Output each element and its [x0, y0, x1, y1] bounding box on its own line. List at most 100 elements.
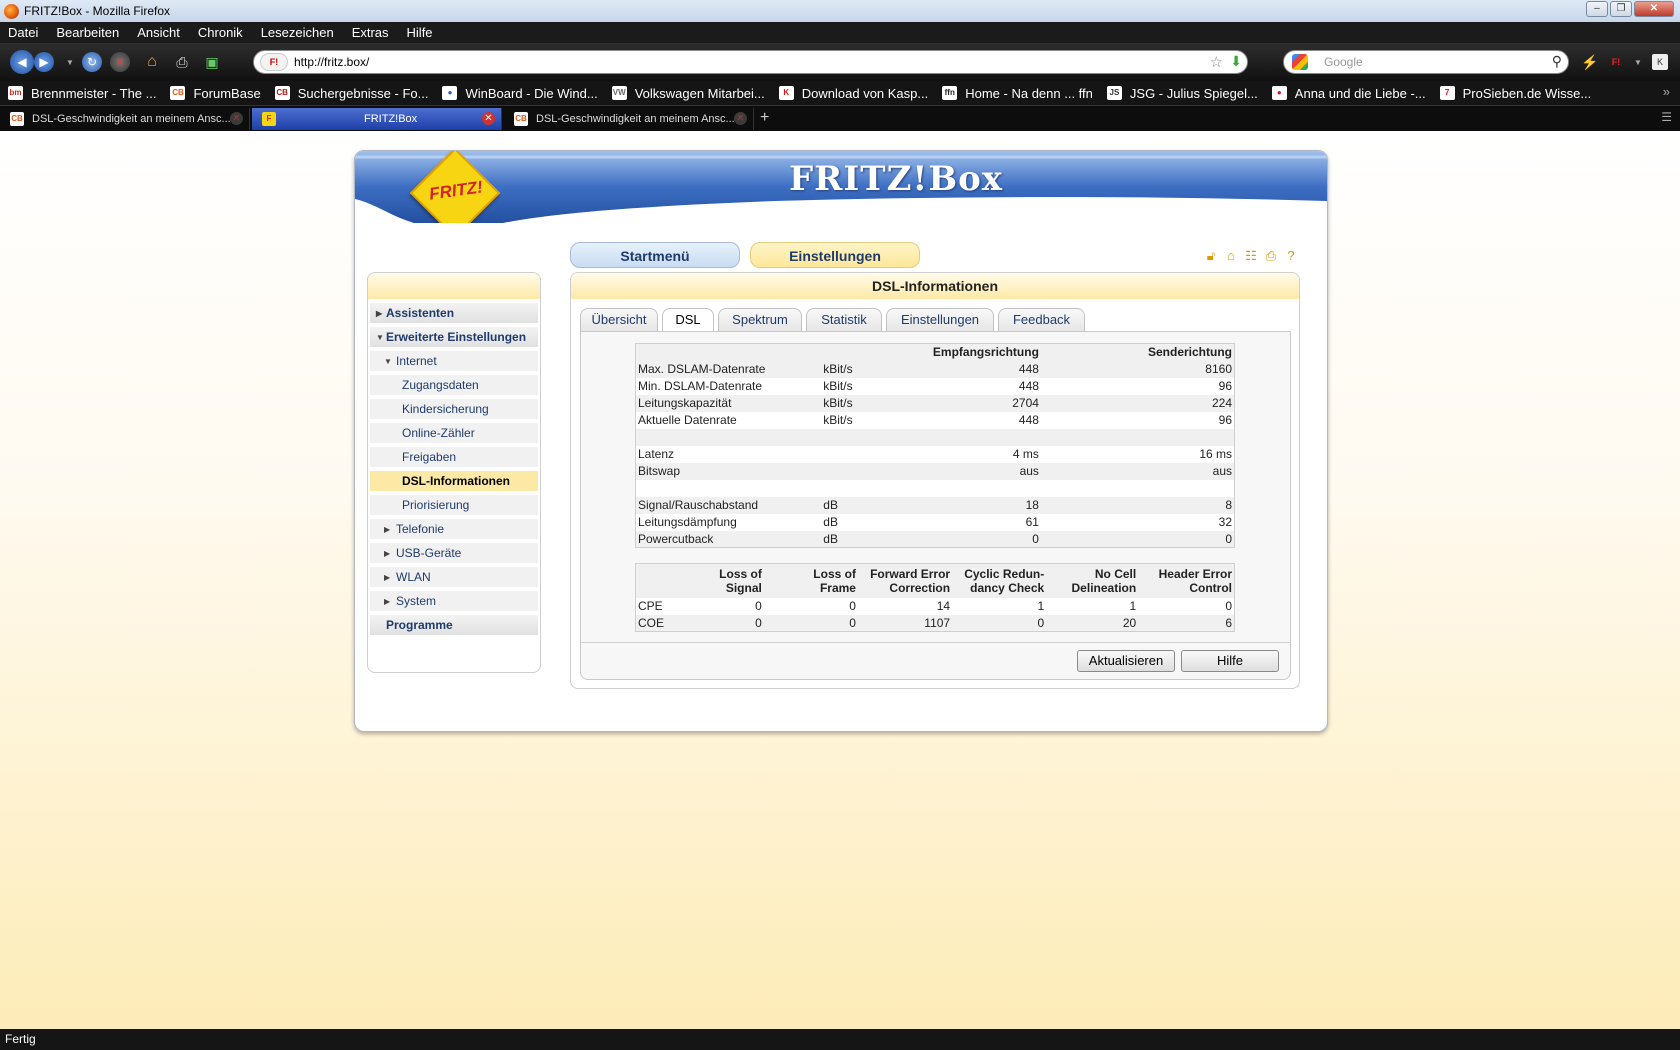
bookmarks-overflow-icon[interactable]: »: [1663, 84, 1670, 99]
menu-hilfe[interactable]: Hilfe: [407, 25, 433, 40]
aktualisieren-button[interactable]: Aktualisieren: [1077, 650, 1175, 672]
sidebar-item-system[interactable]: ▶ System: [370, 591, 538, 613]
sidebar-item-label: Internet: [396, 354, 437, 368]
bookmark-item[interactable]: CB Suchergebnisse - Fo...: [274, 86, 428, 101]
einstellungen-button[interactable]: Einstellungen: [750, 242, 920, 268]
hilfe-button[interactable]: Hilfe: [1181, 650, 1279, 672]
tree-icon[interactable]: ☷: [1243, 248, 1259, 264]
close-button[interactable]: ✕: [1634, 1, 1674, 17]
bookmark-item[interactable]: ffn Home - Na denn ... ffn: [942, 86, 1093, 101]
tab-uebersicht[interactable]: Übersicht: [580, 308, 658, 331]
tab-feedback[interactable]: Feedback: [998, 308, 1085, 331]
table-cell: 0: [952, 614, 1047, 632]
menu-lesezeichen[interactable]: Lesezeichen: [261, 25, 334, 40]
navigation-toolbar: ◀ ▶ ▼ ↻ ✕ ⌂ ⎙ ▣ F! http://fritz.box/ ☆ ⬇…: [0, 43, 1680, 81]
page-icon[interactable]: ▣: [202, 52, 222, 72]
bookmark-star-icon[interactable]: ☆: [1210, 53, 1223, 71]
table-row: Powercutback dB 0 0: [635, 530, 1235, 548]
go-arrow-icon[interactable]: ⬇: [1230, 53, 1242, 70]
menu-extras[interactable]: Extras: [352, 25, 389, 40]
sidebar-item-programme[interactable]: Programme: [370, 615, 538, 637]
tab-close-icon[interactable]: ✕: [230, 112, 243, 125]
table-cell: dB: [821, 530, 912, 548]
maximize-button[interactable]: ❐: [1610, 1, 1632, 17]
sidebar-item-erweiterte-einstellungen[interactable]: ▼ Erweiterte Einstellungen: [370, 327, 538, 349]
bookmark-label: WinBoard - Die Wind...: [465, 85, 598, 101]
tab-dsl-geschwindigkeit-1[interactable]: CB DSL-Geschwindigkeit an meinem Ansc...…: [0, 108, 250, 130]
menu-datei[interactable]: Datei: [8, 25, 38, 40]
startmenu-button[interactable]: Startmenü: [570, 242, 740, 268]
menu-chronik[interactable]: Chronik: [198, 25, 243, 40]
table-cell: 16 ms: [1199, 447, 1232, 461]
google-icon[interactable]: [1292, 54, 1308, 70]
tab-fritzbox[interactable]: F FRITZ!Box ✕: [252, 108, 502, 130]
back-icon[interactable]: ◀: [10, 50, 34, 74]
tab-list-icon[interactable]: ☰: [1661, 110, 1672, 124]
tab-close-icon[interactable]: ✕: [482, 112, 495, 125]
fritz-addon-icon[interactable]: F!: [1606, 52, 1626, 72]
home-icon[interactable]: ⌂: [1223, 248, 1239, 264]
forward-icon[interactable]: ▶: [34, 52, 54, 72]
tab-statistik[interactable]: Statistik: [806, 308, 882, 331]
search-placeholder: Google: [1324, 55, 1363, 69]
sidebar-item-label: Zugangsdaten: [402, 378, 479, 392]
minimize-button[interactable]: –: [1586, 1, 1608, 17]
bookmark-item[interactable]: CB ForumBase: [170, 86, 261, 101]
search-input[interactable]: Google ⚲: [1283, 50, 1569, 74]
bookmark-item[interactable]: ● Anna und die Liebe -...: [1271, 85, 1426, 101]
stop-icon[interactable]: ✕: [110, 52, 130, 72]
sidebar-item-online-zähler[interactable]: Online-Zähler: [370, 423, 538, 445]
lock-icon[interactable]: 🔓︎: [1203, 248, 1219, 264]
bookmark-item[interactable]: VW Volkswagen Mitarbei...: [611, 86, 765, 101]
sidebar-item-telefonie[interactable]: ▶ Telefonie: [370, 519, 538, 541]
bookmark-item[interactable]: JS JSG - Julius Spiegel...: [1106, 86, 1258, 101]
bookmark-label: Download von Kasp...: [801, 85, 929, 101]
bookmark-item[interactable]: K Download von Kasp...: [778, 85, 929, 101]
addon-icon[interactable]: ⚡: [1580, 52, 1600, 72]
new-tab-icon[interactable]: +: [760, 109, 769, 127]
tab-close-icon[interactable]: ✕: [734, 112, 747, 125]
sidebar-item-internet[interactable]: ▼ Internet: [370, 351, 538, 373]
search-icon[interactable]: ⚲: [1552, 53, 1562, 70]
computerbase-icon: CB: [514, 112, 528, 126]
url-bar[interactable]: F! http://fritz.box/ ☆ ⬇: [253, 50, 1248, 74]
tab-dsl[interactable]: DSL: [662, 308, 714, 332]
print-icon[interactable]: ⎙: [172, 52, 192, 72]
table-row: [635, 428, 1235, 446]
addon-dropdown-icon[interactable]: ▼: [1628, 52, 1648, 72]
sidebar-item-freigaben[interactable]: Freigaben: [370, 447, 538, 469]
table-row: Leitungskapazität kBit/s 2704 224: [635, 394, 1235, 412]
table-cell: [1041, 480, 1235, 497]
bookmark-label: Anna und die Liebe -...: [1294, 85, 1426, 101]
fritz-toolbar: 🔓︎ ⌂ ☷ ⎙ ?: [1203, 248, 1299, 264]
printer-icon[interactable]: ⎙: [1263, 248, 1279, 264]
bookmark-item[interactable]: ● WinBoard - Die Wind...: [442, 85, 598, 101]
home-icon[interactable]: ⌂: [142, 52, 162, 72]
table-row: COE 0 0 1107 0 20 6: [635, 614, 1235, 632]
table-cell: Leitungsdämpfung: [638, 515, 737, 529]
sidebar-item-zugangsdaten[interactable]: Zugangsdaten: [370, 375, 538, 397]
table-row: CPE 0 0 14 1 1 0: [636, 598, 1235, 615]
help-icon[interactable]: ?: [1283, 248, 1299, 264]
menu-ansicht[interactable]: Ansicht: [137, 25, 180, 40]
site-identity-icon[interactable]: F!: [260, 53, 288, 71]
menu-bearbeiten[interactable]: Bearbeiten: [56, 25, 119, 40]
tab-label: DSL-Geschwindigkeit an meinem Ansc...: [536, 113, 735, 125]
sidebar-item-label: USB-Geräte: [396, 546, 462, 560]
history-dropdown-icon[interactable]: ▼: [60, 52, 80, 72]
sidebar-item-usb-geräte[interactable]: ▶ USB-Geräte: [370, 543, 538, 565]
sidebar-item-kindersicherung[interactable]: Kindersicherung: [370, 399, 538, 421]
tab-einstellungen[interactable]: Einstellungen: [886, 308, 994, 331]
bookmark-item[interactable]: 7 ProSieben.de Wisse...: [1439, 86, 1591, 101]
sidebar-item-assistenten[interactable]: ▶ Assistenten: [370, 303, 538, 325]
sidebar-item-dsl-informationen[interactable]: DSL-Informationen: [370, 471, 538, 493]
sidebar-item-wlan[interactable]: ▶ WLAN: [370, 567, 538, 589]
tab-strip: CB DSL-Geschwindigkeit an meinem Ansc...…: [0, 105, 1680, 131]
sidebar-nav: ▶ Assistenten ▼ Erweiterte Einstellungen ▼ In…: [367, 272, 541, 673]
sidebar-item-priorisierung[interactable]: Priorisierung: [370, 495, 538, 517]
k-addon-icon[interactable]: K: [1652, 54, 1668, 70]
reload-icon[interactable]: ↻: [82, 52, 102, 72]
tab-spektrum[interactable]: Spektrum: [718, 308, 802, 331]
bookmark-item[interactable]: bm Brennmeister - The ...: [8, 86, 156, 101]
tab-dsl-geschwindigkeit-2[interactable]: CB DSL-Geschwindigkeit an meinem Ansc...…: [504, 108, 754, 130]
